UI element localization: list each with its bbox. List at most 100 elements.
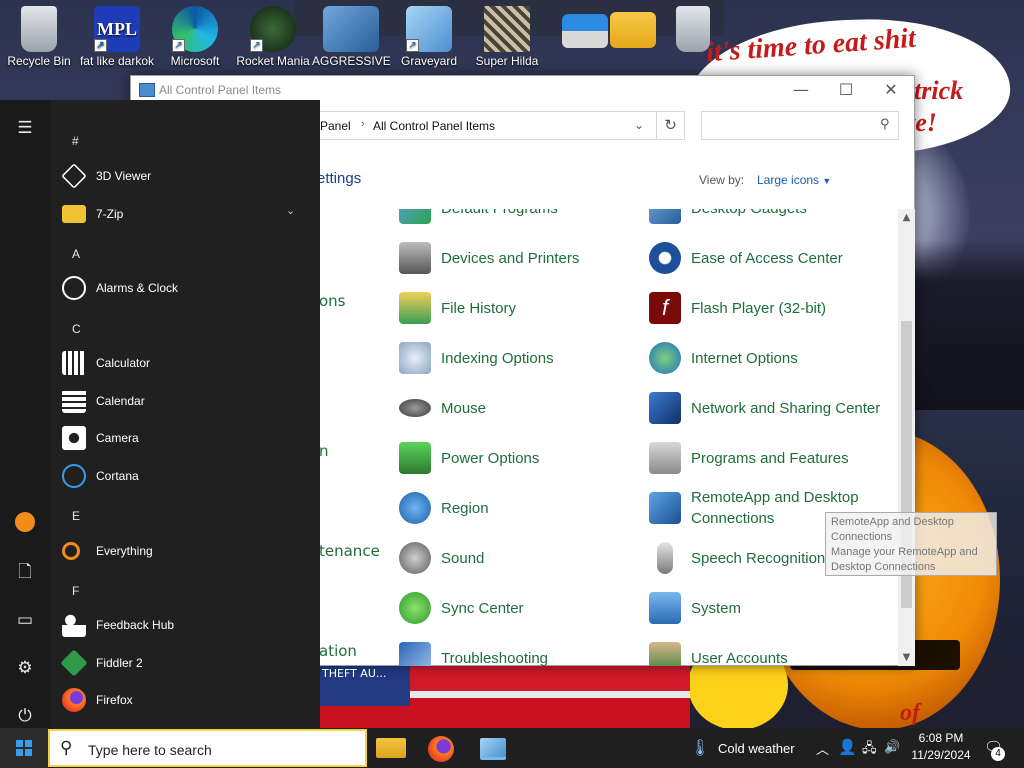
cp-item-programs-features[interactable]: Programs and Features [649, 433, 894, 483]
cp-item-default-programs[interactable]: Default Programs [399, 209, 639, 233]
desktop-icon-label: AGGRESSIVE [312, 54, 390, 68]
cp-item-devices-printers[interactable]: Devices and Printers [399, 233, 639, 283]
section-letter[interactable]: A [72, 247, 80, 261]
start-app-firefox[interactable]: Firefox [62, 682, 312, 718]
cp-item-flash-player[interactable]: f Flash Player (32-bit) [649, 283, 894, 333]
cp-item-label: User Accounts [691, 649, 788, 667]
start-app-fiddler[interactable]: Fiddler 2 [60, 645, 312, 681]
breadcrumb-item[interactable]: Panel [320, 119, 351, 133]
section-letter[interactable]: F [72, 584, 79, 598]
start-app-calculator[interactable]: Calculator [62, 345, 312, 381]
maximize-button[interactable]: ☐ [823, 76, 869, 106]
desktop-icon-label: Rocket Mania [236, 54, 310, 68]
partial-item-label[interactable]: tenance [319, 542, 380, 560]
start-app-label: 3D Viewer [96, 169, 152, 183]
recycle-bin-icon [21, 6, 57, 52]
network-icon[interactable]: 🖧 [862, 739, 877, 761]
section-letter[interactable]: # [72, 134, 79, 148]
cp-item-sync-center[interactable]: Sync Center [399, 583, 639, 633]
user-avatar[interactable] [15, 512, 35, 532]
mpl-logo-icon: MPL ↗ [94, 6, 140, 52]
start-menu[interactable]: ☰ 🗋 ▭ ⚙ ⏻ # 3D Viewer 7-Zip ⌄ A Alarms &… [0, 100, 320, 728]
documents-icon[interactable]: 🗋 [13, 560, 37, 584]
control-panel-taskbar-icon[interactable] [480, 738, 506, 760]
cp-item-mouse[interactable]: Mouse [399, 383, 639, 433]
start-button[interactable] [0, 728, 48, 768]
settings-gear-icon[interactable]: ⚙ [13, 656, 37, 680]
start-app-feedback-hub[interactable]: Feedback Hub [62, 607, 312, 643]
file-explorer-taskbar-icon[interactable] [376, 738, 406, 758]
scroll-up-icon[interactable]: ▲ [898, 209, 915, 226]
section-letter[interactable]: C [72, 322, 81, 336]
cp-item-label: Devices and Printers [441, 249, 580, 267]
rocket-icon: ↗ [250, 6, 296, 52]
partial-item-label[interactable]: ation [319, 642, 357, 660]
volume-icon[interactable]: 🔊 [884, 739, 900, 755]
desktop-icon-microsoft-edge[interactable]: ↗ Microsoft [156, 2, 234, 76]
close-button[interactable]: ✕ [868, 76, 914, 106]
start-app-3d-viewer[interactable]: 3D Viewer [61, 158, 312, 194]
gadgets-icon [649, 209, 681, 224]
partial-item-label[interactable]: ons [319, 292, 346, 310]
pictures-icon[interactable]: ▭ [13, 608, 37, 632]
cp-item-ease-of-access[interactable]: Ease of Access Center [649, 233, 894, 283]
cp-item-sound[interactable]: Sound [399, 533, 639, 583]
cp-item-user-accounts[interactable]: User Accounts [649, 633, 894, 666]
user-tray-icon[interactable]: 👤 [838, 738, 857, 756]
desktop-icon-fat-like-darkok[interactable]: MPL ↗ fat like darkok [78, 2, 156, 76]
start-app-alarms-clock[interactable]: Alarms & Clock [62, 270, 312, 306]
firefox-taskbar-icon[interactable] [428, 736, 454, 762]
scroll-down-icon[interactable]: ▼ [898, 649, 915, 666]
cp-item-internet-options[interactable]: Internet Options [649, 333, 894, 383]
start-app-everything[interactable]: Everything [62, 533, 312, 569]
camera-icon [62, 426, 86, 450]
view-by-dropdown[interactable]: Large icons ▼ [757, 173, 831, 187]
taskbar-search-box[interactable]: ⚲ Type here to search [48, 729, 367, 767]
desktop-icon-label: Graveyard [400, 54, 458, 68]
cp-item-indexing-options[interactable]: Indexing Options [399, 333, 639, 383]
weather-label[interactable]: Cold weather [718, 741, 795, 756]
chevron-up-icon[interactable]: ︿ [816, 739, 829, 758]
calendar-icon [62, 389, 86, 413]
desktop-icon-recycle-bin[interactable]: Recycle Bin [0, 2, 78, 76]
cp-item-label: Mouse [441, 399, 487, 417]
desktop-icon-super-hilda[interactable]: Super Hilda [468, 2, 546, 76]
refresh-icon[interactable]: ↻ [657, 111, 685, 140]
address-bar[interactable]: Panel › All Control Panel Items ⌄ [317, 111, 657, 140]
folder-icon [610, 12, 656, 48]
cp-item-label: Troubleshooting [441, 649, 549, 667]
edge-icon: ↗ [172, 6, 218, 52]
cp-item-system[interactable]: System [649, 583, 894, 633]
thermometer-icon[interactable]: 🌡 [690, 738, 710, 758]
cp-item-troubleshooting[interactable]: Troubleshooting [399, 633, 639, 666]
remote-desktop-icon [649, 492, 681, 524]
cp-item-power-options[interactable]: Power Options [399, 433, 639, 483]
start-app-7zip[interactable]: 7-Zip [62, 196, 312, 232]
desktop-icon-recycle-bin-2[interactable] [654, 2, 732, 76]
section-letter[interactable]: E [72, 509, 80, 523]
start-app-camera[interactable]: Camera [62, 420, 312, 456]
page-title: ettings [317, 170, 362, 187]
partial-item-label[interactable]: n [319, 442, 329, 460]
minimize-button[interactable]: — [778, 76, 824, 106]
desktop-icon-rocket-mania[interactable]: ↗ Rocket Mania [234, 2, 312, 76]
chevron-down-icon[interactable]: ⌄ [286, 204, 295, 217]
desktop-icon-label: Super Hilda [475, 54, 539, 68]
start-app-cortana[interactable]: Cortana [62, 458, 312, 494]
desktop-icon-aggressive[interactable]: AGGRESSIVE [312, 2, 390, 76]
start-app-calendar[interactable]: Calendar [62, 383, 312, 419]
chevron-down-icon[interactable]: ⌄ [634, 118, 644, 132]
hamburger-menu-icon[interactable]: ☰ [13, 116, 37, 140]
search-control-panel-input[interactable]: ⚲ [701, 111, 899, 140]
cp-item-label: Programs and Features [691, 449, 849, 467]
cp-item-label: Desktop Gadgets [691, 209, 807, 219]
cp-item-region[interactable]: Region [399, 483, 639, 533]
cp-item-file-history[interactable]: File History [399, 283, 639, 333]
cp-item-desktop-gadgets[interactable]: Desktop Gadgets [649, 209, 894, 233]
breadcrumb-item[interactable]: All Control Panel Items [373, 119, 495, 133]
clock[interactable]: 6:08 PM 11/29/2024 [906, 730, 976, 764]
microphone-icon [657, 542, 673, 574]
cp-item-network-sharing[interactable]: Network and Sharing Center [649, 383, 894, 433]
power-icon[interactable]: ⏻ [13, 704, 37, 728]
desktop-icon-graveyard[interactable]: ↗ Graveyard [390, 2, 468, 76]
